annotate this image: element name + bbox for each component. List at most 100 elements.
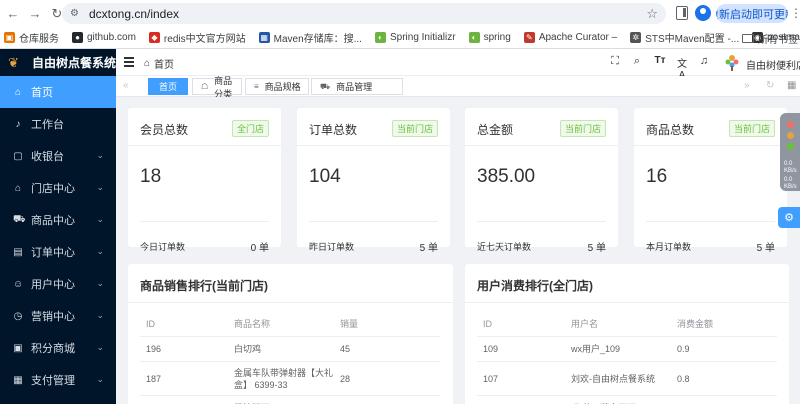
bookmark-item[interactable]: ● github.com [72,32,136,43]
search-icon[interactable]: ⌕ [630,55,644,68]
bookmark-item[interactable]: ◐ Spring Initializr [374,32,456,43]
bookmark-item[interactable]: ▦ Maven存储库：搜... [258,30,362,45]
table-cell: 17 [340,396,400,404]
sidebar-item-2[interactable]: ▢ 收银台 ⌄ [0,140,116,172]
table-row: 109 wx用户_109 0.9 [477,337,777,362]
table-row: 187 金属车队带弹射器【大礼盒】 6399-33 28 [140,362,440,396]
home-icon: ⌂ [14,86,22,98]
stat-card: 会员总数 全门店 18 今日订单数 0 单 [128,108,281,254]
main-content: 会员总数 全门店 18 今日订单数 0 单 订单总数 当前门店 104 昨日订单数 5 单 总金额 当… [116,97,800,404]
column-header: ID [146,319,155,329]
status-dot-green [787,143,794,150]
home-icon: ⌂ [144,58,151,69]
stat-footer-label: 今日订单数 [140,242,186,252]
divider [309,221,438,222]
bookmark-item[interactable]: ✎ Apache Curator – [523,32,617,43]
chevron-down-icon: ⌄ [96,342,104,352]
table-cell: 葱油拌面 [234,396,334,404]
url-text: dcxtong.cn/index [88,6,180,21]
chevron-down-icon: ⌄ [96,182,104,192]
tab-2[interactable]: ≡ 商品规格 [245,78,309,95]
tab-label: 商品管理 [336,82,373,92]
sidebar-item-label: 订单中心 [31,247,75,259]
sidebar-item-1[interactable]: ♪ 工作台 [0,108,116,140]
table-cell: 118 [483,396,563,404]
stat-footer-value: 5 单 [756,243,775,254]
bookmarks-bar: ▣ 仓库服务 ● github.com ◆ redis中文官方网站 ▦ Maven存储库：搜.… [0,27,800,49]
stat-value: 16 [646,166,668,187]
bookmark-favicon-icon: ◐ [468,32,480,43]
sidebar-item-9[interactable]: ▦ 支付管理 ⌄ [0,364,116,396]
stat-title: 商品总数 [646,123,695,137]
column-header: 销量 [340,319,359,329]
top-navbar: ⌂ 首页 ⛶ ⌕ Tт 文A ♫ 自由树便利店 [116,49,800,81]
bookmark-item[interactable]: ◐ spring [468,32,511,43]
sidebar-item-label: 用户中心 [31,279,75,291]
tab-1[interactable]: ☖ 商品分类 [192,76,242,99]
bookmark-label: spring [483,32,511,43]
font-size-icon[interactable]: Tт [653,55,667,66]
site-settings-icon[interactable]: ⚙ [70,8,79,19]
bookmark-item[interactable]: ▣ 仓库服务 [4,30,59,45]
column-header: 用户名 [571,319,599,329]
menu-toggle-icon[interactable] [124,57,134,67]
profile-avatar-icon[interactable] [695,5,711,21]
sidebar-item-0[interactable]: ⌂ 首页 [0,76,116,108]
tabs-refresh-icon[interactable]: ↻ [766,80,774,91]
stat-footer-label: 昨日订单数 [309,242,355,252]
bell-icon: ♪ [15,118,21,130]
tab-label: 商品分类 [214,75,233,99]
tabs-menu-icon[interactable]: ▦ [787,80,796,91]
sidebar-item-label: 门店中心 [31,183,75,195]
stat-footer-value: 5 单 [419,243,438,254]
stat-value: 385.00 [477,166,536,187]
cart-icon: ⛟ [13,213,26,225]
bookmark-label: Maven存储库：搜... [273,34,362,45]
forward-arrow-icon[interactable]: → [26,5,44,23]
tabs-scroll-left-icon[interactable]: « [123,80,129,91]
more-menu-icon[interactable]: ⋮ [790,6,800,20]
update-button[interactable]: 重新启动即可更新 [716,4,788,23]
table-cell: 白切鸡 [234,344,262,354]
gear-icon: ⚙ [784,212,794,224]
sidebar-item-4[interactable]: ⛟ 商品中心 ⌄ [0,204,116,236]
tabs-scroll-right-icon[interactable]: » [744,80,750,91]
divider [634,145,787,146]
bookmark-favicon-icon: ▣ [4,32,15,43]
back-arrow-icon[interactable]: ← [4,5,22,23]
divider [646,221,775,222]
table-cell: 刘欢-自由树点餐系统 [571,373,655,384]
divider [128,145,281,146]
sidebar-item-5[interactable]: ▤ 订单中心 ⌄ [0,236,116,268]
tab-0[interactable]: 首页 [148,78,188,95]
settings-gear-button[interactable]: ⚙ [778,207,800,228]
network-speed-widget[interactable]: 0.0 KB/s 0.0 KB/s [780,113,800,191]
chevron-down-icon: ⌄ [96,214,104,224]
table-cell: 107 [483,373,499,384]
sidebar-item-8[interactable]: ▣ 积分商城 ⌄ [0,332,116,364]
sidebar-item-label: 支付管理 [31,375,75,387]
table-cell: 0.8 [677,373,690,384]
table-cell: wx用户_109 [571,344,621,354]
bookmark-star-icon[interactable]: ☆ [646,6,658,22]
sidebar-item-3[interactable]: ⌂ 门店中心 ⌄ [0,172,116,204]
breadcrumb-home[interactable]: 首页 [154,56,174,71]
bookmark-label: Spring Initializr [389,32,456,43]
bookmark-label: STS中Maven配置 -... [645,34,740,45]
fullscreen-icon[interactable]: ⛶ [608,55,622,68]
browser-toolbar: ← → ↻ ⚙ dcxtong.cn/index ☆ 重新启动即可更新 ⋮ [0,0,800,27]
bookmark-item[interactable]: ✲ STS中Maven配置 -... [630,30,739,45]
tab-3[interactable]: ⛟ 商品管理 [311,78,403,95]
bookmark-favicon-icon: ✲ [630,32,642,43]
all-bookmarks-folder[interactable]: 所有书签 [742,31,798,46]
divider [297,145,450,146]
notification-bell-icon[interactable]: ♫ [697,55,711,67]
sidebar-item-6[interactable]: ☺ 用户中心 ⌄ [0,268,116,300]
store-name[interactable]: 自由树便利店 [746,57,800,72]
bookmark-item[interactable]: ◆ redis中文官方网站 [148,30,246,45]
side-panel-icon[interactable] [676,6,688,20]
status-dot-red [787,121,794,128]
divider [477,221,606,222]
sidebar-item-7[interactable]: ◷ 营销中心 ⌄ [0,300,116,332]
address-bar[interactable]: ⚙ dcxtong.cn/index ☆ [62,3,666,24]
